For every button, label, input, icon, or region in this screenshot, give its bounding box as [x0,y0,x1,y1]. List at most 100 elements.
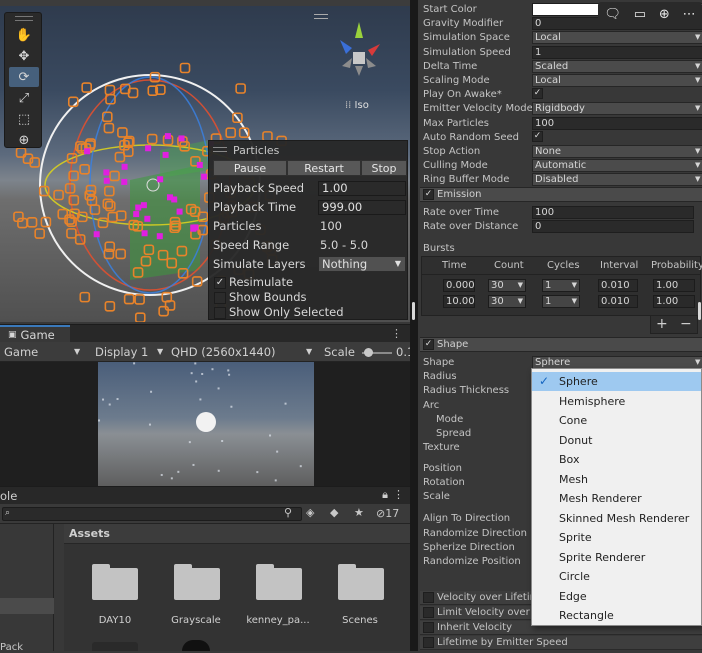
scene-view[interactable]: ✋ ✥ ⟳ ⤢ ⬚ ⊕ ⁞⁞ Iso Particles Pause Resta… [0,0,410,322]
emission-checkbox[interactable]: ✓ [423,189,434,200]
more-options-icon[interactable]: ⋮ [393,488,404,501]
shape-option-box[interactable]: Box [532,450,701,469]
folder-tree-selected-item[interactable] [0,598,54,614]
asset-thumbnail[interactable] [92,642,138,651]
search-by-type-icon[interactable]: ⚲ [284,506,292,519]
comment-icon[interactable]: 🗨︎ [604,7,621,22]
module-checkbox[interactable] [423,592,434,603]
shape-option-mesh[interactable]: Mesh [532,470,701,489]
inspector-dropdown[interactable]: Automatic ▼ [532,159,702,173]
show-only-selected-checkbox[interactable] [214,307,226,319]
rate-over-distance-field[interactable]: 0 [532,220,694,233]
tab-game[interactable]: ▣ Game [0,325,70,343]
iso-label[interactable]: ⁞⁞ Iso [345,100,369,111]
window-icon[interactable]: ▭ [634,7,646,22]
transform-tool-icon[interactable]: ⊕ [9,130,39,150]
palette-grip[interactable] [15,16,33,21]
shape-module-header[interactable]: ✓ Shape [420,337,702,352]
restart-button[interactable]: Restart [287,160,361,176]
burst-interval-field[interactable]: 0.010 [598,295,638,308]
inspector-dropdown[interactable]: Local ▼ [532,31,702,45]
burst-probability-field[interactable]: 1.00 [653,295,695,308]
move-tool-icon[interactable]: ✥ [9,46,39,66]
splitter-handle[interactable] [412,302,415,320]
burst-count-field[interactable]: 30 ▼ [488,279,526,292]
inspector-dropdown[interactable]: Rigidbody ▼ [532,102,702,116]
favorite-star-icon[interactable]: ★ [354,506,364,519]
burst-interval-field[interactable]: 0.010 [598,279,638,292]
inspector-dropdown[interactable]: Scaled ▼ [532,59,702,73]
label-icon[interactable]: ◆ [330,506,338,519]
burst-count-field[interactable]: 30 ▼ [488,295,526,308]
rect-tool-icon[interactable]: ⬚ [9,109,39,129]
module-checkbox[interactable] [423,607,434,618]
scrollbar-handle[interactable] [698,302,701,320]
inspector-field[interactable]: 100 [532,116,702,130]
asset-thumbnail[interactable] [182,640,210,651]
lock-icon[interactable]: 🔒︎ [382,488,388,502]
shape-checkbox[interactable]: ✓ [423,339,434,350]
scale-tool-icon[interactable]: ⤢ [9,88,39,108]
burst-cycles-field[interactable]: 1 ▼ [542,279,580,292]
inspector-dropdown[interactable]: None ▼ [532,145,702,158]
playback-time-field[interactable]: 999.00 [318,200,406,215]
panel-splitter[interactable] [410,0,418,651]
shape-option-mesh-renderer[interactable]: Mesh Renderer [532,489,701,508]
tab-console[interactable]: ole [0,489,17,503]
packages-label[interactable]: Pack [0,642,23,653]
inspector-field[interactable]: 1 [532,45,702,59]
module-checkbox[interactable] [423,622,434,633]
module-checkbox[interactable] [423,637,434,648]
display-dropdown[interactable]: Display 1 ▼ [95,344,165,360]
shape-option-hemisphere[interactable]: Hemisphere [532,392,701,411]
orientation-gizmo[interactable] [330,18,388,88]
rotate-tool-icon[interactable]: ⟳ [9,67,39,87]
folder-icon[interactable] [338,564,384,600]
pause-button[interactable]: Pause [213,160,287,176]
emission-module-header[interactable]: ✓ Emission [420,187,702,202]
inspector-dropdown[interactable]: Local ▼ [532,74,702,87]
playback-speed-field[interactable]: 1.00 [318,181,406,196]
shape-option-sprite[interactable]: Sprite [532,528,701,547]
stop-button[interactable]: Stop [361,160,407,176]
inspector-checkbox[interactable]: ✓ [532,88,543,100]
burst-cycles-field[interactable]: 1 ▼ [542,295,580,308]
hand-tool-icon[interactable]: ✋ [9,25,39,45]
resimulate-checkbox[interactable]: ✓ [214,277,226,289]
resolution-dropdown[interactable]: QHD (2560x1440) ▼ [171,344,316,360]
show-bounds-checkbox[interactable] [214,292,226,304]
remove-burst-button[interactable]: − [680,316,692,332]
burst-time-field[interactable]: 10.00 [443,295,475,308]
shape-option-skinned-mesh-renderer[interactable]: Skinned Mesh Renderer [532,509,701,528]
shape-option-donut[interactable]: Donut [532,431,701,450]
project-search-input[interactable]: ⌕ [2,507,302,521]
download-icon[interactable]: ⊕ [659,7,670,22]
filter-type-icon[interactable]: ◈ [306,506,314,519]
shape-option-cone[interactable]: Cone [532,411,701,430]
inspector-checkbox[interactable]: ✓ [532,130,543,142]
more-icon[interactable]: ⋯ [683,7,696,22]
assets-breadcrumb[interactable]: Assets [64,524,410,544]
folder-icon[interactable] [92,564,138,600]
game-view[interactable] [0,362,410,486]
more-options-icon[interactable]: ⋮ [391,327,402,340]
panel-grip-icon[interactable] [213,147,227,152]
shape-option-circle[interactable]: Circle [532,567,701,586]
shape-option-rectangle[interactable]: Rectangle [532,606,701,625]
module-row[interactable]: Lifetime by Emitter Speed [420,636,702,650]
shape-option-edge[interactable]: Edge [532,587,701,606]
rate-over-time-field[interactable]: 100 [532,206,694,219]
burst-probability-field[interactable]: 1.00 [653,279,695,292]
gizmo-menu-icon[interactable] [314,14,328,19]
scale-slider-handle[interactable] [364,348,373,357]
shape-option-sphere[interactable]: ✓ Sphere [532,372,701,391]
hidden-packages-icon[interactable]: ⊘17 [376,507,399,520]
folder-icon[interactable] [256,564,302,600]
shape-option-sprite-renderer[interactable]: Sprite Renderer [532,548,701,567]
folder-icon[interactable] [174,564,220,600]
game-mode-dropdown[interactable]: Game ▼ [4,344,84,360]
burst-time-field[interactable]: 0.000 [443,279,475,292]
simulate-layers-dropdown[interactable]: Nothing ▼ [318,256,406,272]
inspector-dropdown[interactable]: Disabled ▼ [532,173,702,187]
add-burst-button[interactable]: + [656,316,668,332]
